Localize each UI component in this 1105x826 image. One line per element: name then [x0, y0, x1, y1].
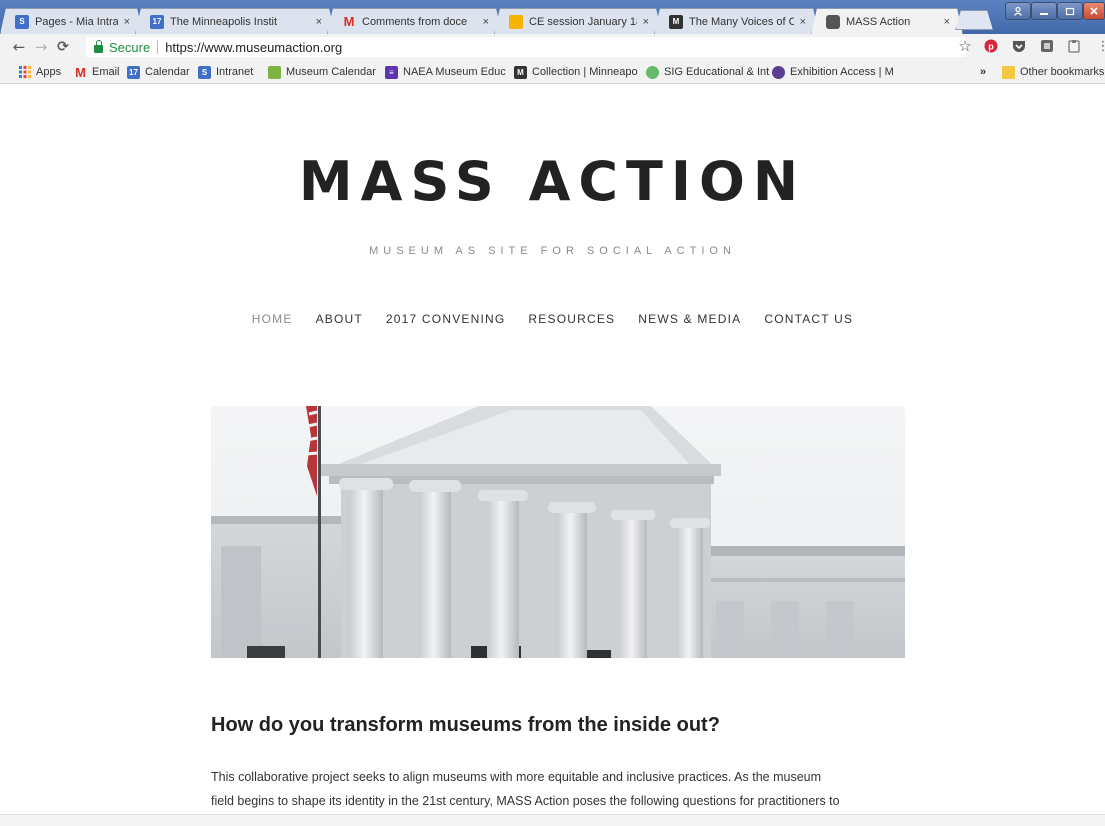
- bookmark-email[interactable]: M Email: [74, 64, 120, 80]
- bookmark-apps[interactable]: Apps: [18, 64, 61, 80]
- back-button[interactable]: ←: [8, 38, 30, 56]
- tab-comments[interactable]: M Comments from doce ×: [327, 8, 502, 34]
- close-icon[interactable]: ×: [800, 16, 806, 28]
- tab-title: The Minneapolis Instit: [170, 15, 277, 28]
- nav-resources[interactable]: RESOURCES: [528, 312, 615, 326]
- bookmark-label: SIG Educational & Int: [664, 66, 770, 78]
- close-window-button[interactable]: [1083, 2, 1105, 20]
- minimize-button[interactable]: [1031, 2, 1057, 20]
- tab-title: The Many Voices of C: [689, 15, 794, 28]
- new-tab-button[interactable]: [955, 10, 993, 30]
- restore-icon: [1065, 7, 1075, 16]
- leaf-icon: [268, 65, 281, 79]
- bookmark-collection[interactable]: M Collection | Minneapo: [514, 64, 638, 80]
- extension-icon[interactable]: [1039, 38, 1055, 54]
- bookmark-label: Intranet: [216, 66, 254, 78]
- calendar-icon: 17: [127, 65, 140, 79]
- bookmark-label: Museum Calendar: [286, 66, 376, 78]
- profile-button[interactable]: [1005, 2, 1031, 20]
- bookmark-label: Exhibition Access | M: [790, 66, 894, 78]
- bookmark-sig[interactable]: SIG Educational & Int: [646, 64, 769, 80]
- other-bookmarks[interactable]: Other bookmarks: [1002, 64, 1104, 80]
- bookmarks-overflow-button[interactable]: »: [980, 64, 986, 80]
- bookmark-naea[interactable]: ≡ NAEA Museum Educ: [385, 64, 506, 80]
- mia-logo-icon: M: [514, 65, 527, 79]
- reload-button[interactable]: ⟳: [52, 39, 74, 55]
- main-nav: HOME ABOUT 2017 CONVENING RESOURCES NEWS…: [0, 312, 1105, 326]
- close-icon[interactable]: ×: [124, 16, 130, 28]
- calendar-icon: 17: [150, 15, 164, 29]
- cloud-icon: [646, 65, 659, 79]
- nav-news-media[interactable]: NEWS & MEDIA: [638, 312, 741, 326]
- divider: [157, 40, 159, 54]
- tab-many-voices[interactable]: M The Many Voices of C ×: [654, 8, 819, 34]
- cube-icon: [826, 15, 840, 29]
- tab-mass-action[interactable]: MASS Action ×: [811, 8, 963, 35]
- close-icon[interactable]: ×: [316, 16, 322, 28]
- bookmark-label: Calendar: [145, 66, 190, 78]
- menu-icon[interactable]: ⋮: [1095, 38, 1105, 54]
- tab-title: Comments from doce: [362, 15, 468, 28]
- close-icon[interactable]: ×: [944, 16, 950, 28]
- status-bar: [0, 814, 1105, 826]
- restore-button[interactable]: [1057, 2, 1083, 20]
- lock-icon: [94, 39, 103, 53]
- folder-icon: [1002, 65, 1015, 79]
- clipboard-icon[interactable]: [1066, 38, 1082, 54]
- site-tagline: MUSEUM AS SITE FOR SOCIAL ACTION: [369, 245, 736, 257]
- slides-icon: [509, 15, 523, 29]
- close-icon[interactable]: ×: [643, 16, 649, 28]
- museum-building-image: [211, 406, 905, 658]
- pinterest-icon[interactable]: p: [983, 38, 999, 54]
- star-icon[interactable]: ☆: [957, 37, 973, 55]
- list-icon: ≡: [385, 65, 398, 79]
- nav-2017-convening[interactable]: 2017 CONVENING: [386, 312, 506, 326]
- bookmark-label: Apps: [36, 66, 62, 78]
- tab-strip: S Pages - Mia Intranet H × 17 The Minnea…: [0, 0, 1105, 34]
- bookmark-label: Email: [92, 66, 120, 78]
- intro-paragraph: This collaborative project seeks to alig…: [211, 765, 911, 813]
- address-bar[interactable]: Secure https://www.museumaction.org: [86, 37, 966, 57]
- other-bookmarks-label: Other bookmarks: [1020, 66, 1105, 78]
- nav-contact-us[interactable]: CONTACT US: [764, 312, 853, 326]
- bookmark-intranet[interactable]: S Intranet: [198, 64, 253, 80]
- site-title[interactable]: MASS ACTION: [0, 150, 1105, 213]
- tab-title: MASS Action: [846, 16, 911, 28]
- tab-minneapolis-institute[interactable]: 17 The Minneapolis Instit ×: [135, 8, 335, 34]
- gmail-icon: M: [343, 14, 355, 29]
- intranet-icon: S: [198, 65, 211, 79]
- intranet-icon: S: [15, 15, 29, 29]
- nav-about[interactable]: ABOUT: [316, 312, 363, 326]
- close-icon[interactable]: ×: [483, 16, 489, 28]
- paragraph-line: This collaborative project seeks to alig…: [211, 770, 822, 784]
- bookmark-museum-calendar[interactable]: Museum Calendar: [268, 64, 376, 80]
- bookmark-label: Collection | Minneapo: [532, 66, 638, 78]
- secure-label: Secure: [109, 39, 151, 55]
- bookmarks-bar: Apps M Email 17 Calendar S Intranet Muse…: [0, 60, 1105, 84]
- mia-logo-icon: M: [669, 15, 683, 29]
- url-text[interactable]: https://www.museumaction.org: [165, 40, 342, 55]
- forward-button[interactable]: →: [30, 38, 52, 56]
- bookmark-calendar[interactable]: 17 Calendar: [127, 64, 190, 80]
- minimize-icon: [1040, 13, 1048, 15]
- gmail-icon: M: [75, 64, 86, 80]
- tab-intranet[interactable]: S Pages - Mia Intranet H ×: [0, 8, 143, 34]
- tab-title: CE session January 18: [529, 15, 637, 28]
- paragraph-line: field begins to shape its identity in th…: [211, 794, 840, 808]
- nav-home[interactable]: HOME: [252, 312, 293, 326]
- close-icon: [1090, 7, 1098, 15]
- toolbar: ← → ⟳ Secure https://www.museumaction.or…: [0, 34, 1105, 60]
- bookmark-exhibition-access[interactable]: Exhibition Access | M: [772, 64, 894, 80]
- svg-text:p: p: [988, 42, 994, 52]
- hero-image: [211, 406, 905, 658]
- pocket-icon[interactable]: [1011, 38, 1027, 54]
- tab-ce-session[interactable]: CE session January 18 ×: [494, 8, 662, 34]
- drop-icon: [772, 65, 785, 79]
- tab-title: Pages - Mia Intranet H: [35, 15, 118, 28]
- section-heading: How do you transform museums from the in…: [211, 714, 720, 736]
- bookmark-label: NAEA Museum Educ: [403, 66, 506, 78]
- person-icon: [1014, 6, 1022, 16]
- apps-grid-icon: [18, 66, 31, 79]
